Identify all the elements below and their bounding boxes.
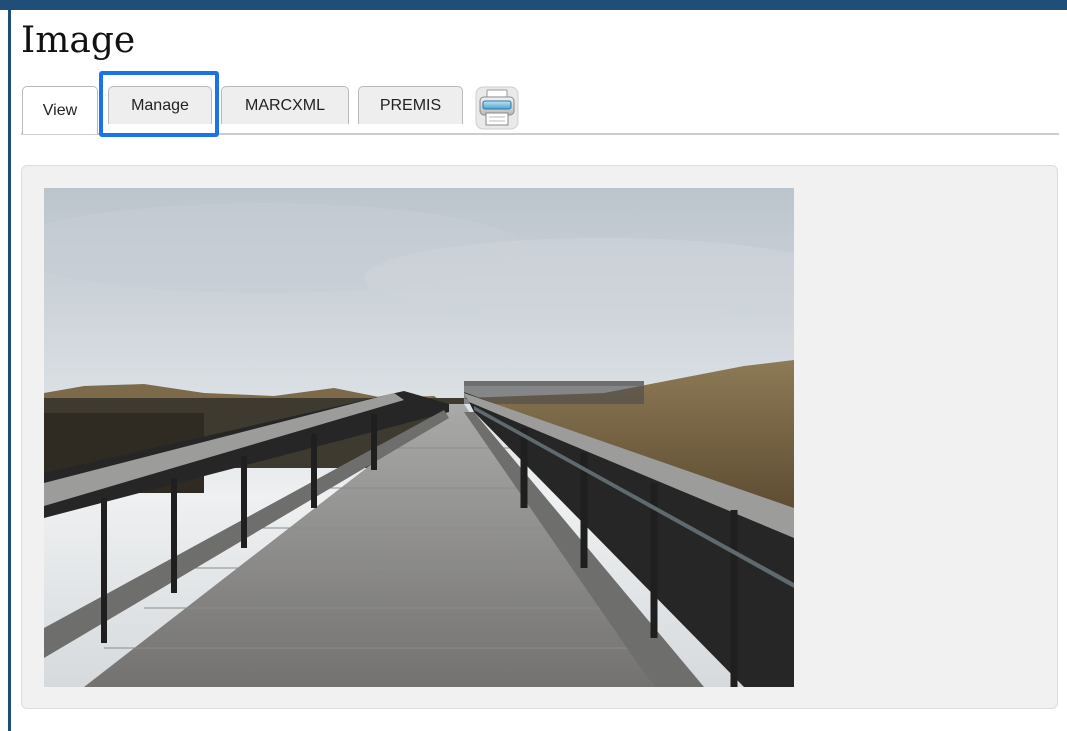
boardwalk-photo — [44, 188, 794, 687]
tab-premis-label: PREMIS — [379, 96, 442, 114]
window-top-border — [0, 0, 1067, 10]
tab-premis[interactable]: PREMIS — [358, 86, 463, 124]
tab-marcxml[interactable]: MARCXML — [221, 86, 349, 124]
tab-view[interactable]: View — [22, 86, 98, 134]
print-button[interactable] — [473, 83, 521, 131]
page-title: Image — [21, 20, 136, 61]
tabs-baseline — [21, 133, 1059, 135]
window-left-border — [8, 0, 11, 731]
tab-view-label: View — [42, 101, 78, 119]
tab-manage[interactable]: Manage — [108, 86, 212, 124]
printer-icon — [475, 86, 519, 130]
tab-manage-label: Manage — [131, 96, 189, 114]
tab-marcxml-label: MARCXML — [244, 96, 325, 114]
